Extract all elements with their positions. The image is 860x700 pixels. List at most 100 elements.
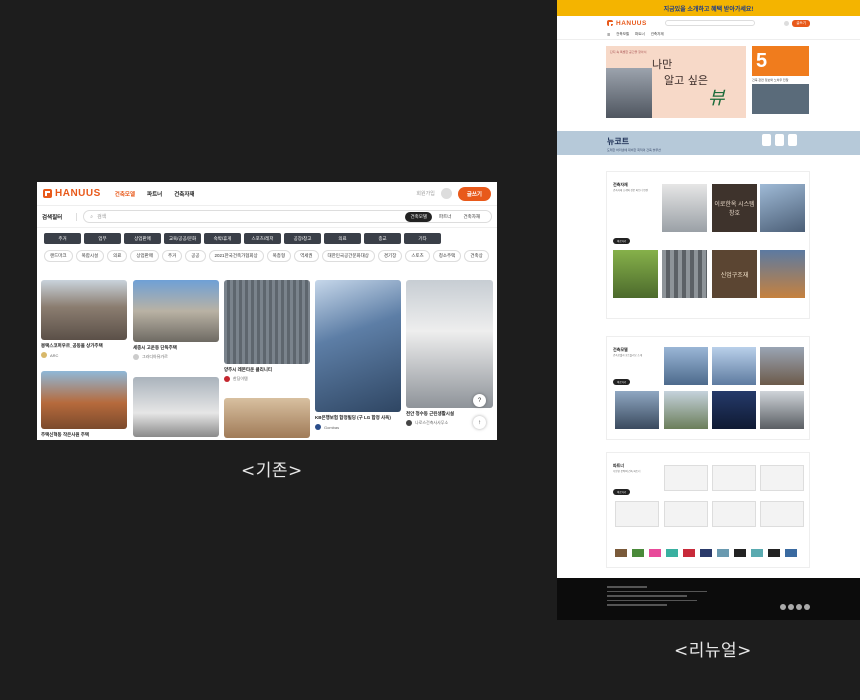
partner-logo[interactable] [717,549,729,557]
ad-band[interactable]: 뉴코트 도래한 바리넷에 대비한 최적의 건축 솔루션 [557,131,860,155]
search-input[interactable]: ⌕ 검색 건축모델 파트너 건축자재 [83,210,492,223]
tag-chip[interactable]: 의료 [107,250,128,262]
category-tile[interactable]: 공장/창고 [284,233,321,244]
tag-chip[interactable]: 주거 [161,250,183,262]
tag-chip[interactable]: 랜드마크 [44,250,73,262]
new-logo[interactable]: HANUUS [607,20,647,27]
partner-logo[interactable] [683,549,695,557]
project-card[interactable]: 세종시 고운동 단독주택 그라디아뮤가르 [133,280,219,360]
hero-banner[interactable]: 단지 속 특별한 공간을 찾아서 나만 알고 싶은 뷰 [606,46,746,118]
more-button[interactable]: 바로가기 [613,379,631,385]
old-logo[interactable]: HANUUS [43,188,101,199]
partner-logo[interactable] [768,549,780,557]
tag-chip[interactable]: 공공 [185,250,206,262]
product-image [775,134,784,146]
material-thumb[interactable] [613,250,658,298]
scroll-top-icon[interactable]: ↑ [473,416,486,429]
category-tile[interactable]: 상업판매 [124,233,161,244]
model-thumb[interactable] [760,347,804,385]
project-card[interactable] [133,377,219,437]
search-input[interactable] [664,20,755,26]
partner-logo[interactable] [734,549,746,557]
category-tile[interactable]: 주거 [44,233,81,244]
category-tile[interactable]: 교육/공공/문화 [164,233,201,244]
tag-chip[interactable]: 상업판매 [130,250,159,262]
category-tile[interactable]: 스포츠/레저 [244,233,281,244]
side-banner[interactable]: 5 [752,46,809,76]
partner-logo[interactable] [615,549,627,557]
material-thumb[interactable] [662,184,707,232]
material-thumb[interactable]: 이로한옥 시스템창호 [712,184,757,232]
project-card[interactable]: 봉택스코퍼우르_공동을 상가주택 ARC [41,280,127,358]
filter-button[interactable]: 검색필터 [42,212,78,221]
model-thumb[interactable] [760,391,804,429]
nav-item[interactable]: 파트너 [635,32,645,37]
author-avatar [133,354,139,360]
models-section: 건축모델 건축모델과 포트폴리오 소개 바로가기 [606,336,810,440]
partner-card[interactable] [712,501,756,527]
tag-chip[interactable]: 청소주택 [432,250,462,262]
model-thumb[interactable] [712,391,756,429]
category-tile[interactable]: 기타 [404,233,441,244]
material-thumb[interactable] [662,250,707,298]
tag-chip[interactable]: 건축상 [464,250,489,262]
promo-banner[interactable]: 지금있을 소개하고 혜택 받아가세요! [557,0,860,16]
nav-item[interactable]: 건축모델 [115,190,135,198]
material-thumb[interactable] [760,184,805,232]
product-image [762,134,771,146]
write-button[interactable]: 글쓰기 [792,19,810,27]
category-tile[interactable]: 의료 [324,233,361,244]
model-thumb[interactable] [664,391,708,429]
project-card[interactable] [224,398,310,438]
partner-card[interactable] [712,465,756,491]
tag-chip[interactable]: 스토츠 [405,250,430,262]
model-thumb[interactable] [664,347,708,385]
nav-item[interactable]: 건축모델 [616,32,629,37]
category-tile[interactable]: 업무 [84,233,121,244]
nav-item[interactable]: 파트너 [147,190,162,198]
partner-card[interactable] [664,465,708,491]
partner-card[interactable] [615,501,659,527]
partner-logo[interactable] [632,549,644,557]
write-button[interactable]: 글쓰기 [457,186,491,201]
signup-link[interactable]: 회원가입 [416,190,434,197]
category-tile[interactable]: 종교 [364,233,401,244]
nav-item[interactable]: 건축자재 [174,190,194,198]
help-icon[interactable]: ? [473,394,486,407]
user-icon[interactable] [440,188,452,199]
tag-chip[interactable]: 경기장 [377,250,403,262]
project-image [133,377,219,437]
tag-chip[interactable]: 복합시설 [75,250,105,262]
partner-logo[interactable] [666,549,678,557]
material-thumb[interactable] [760,250,805,298]
project-card[interactable]: 주택신혁동 작은사원 주택 [41,371,127,438]
partner-card[interactable] [760,465,804,491]
tag-chip[interactable]: 복층형 [266,250,292,262]
material-thumb[interactable]: 신업구조재 [712,250,757,298]
author-avatar [41,352,47,358]
video-thumbnail[interactable] [752,84,809,114]
model-thumb[interactable] [712,347,756,385]
category-tile[interactable]: 숙박/휴게 [204,233,241,244]
partner-card[interactable] [664,501,708,527]
partner-logo[interactable] [700,549,712,557]
social-icons[interactable] [780,604,810,610]
partner-card[interactable] [760,501,804,527]
project-card[interactable]: 양주시 레몬타운 클리니티 한딩이템 [224,280,310,382]
tag-chip[interactable]: 역세권 [294,250,319,262]
partner-logo[interactable] [649,549,661,557]
model-thumb[interactable] [615,391,659,429]
menu-icon[interactable]: ☰ [607,33,610,37]
segment-button[interactable]: 건축자재 [458,212,485,222]
user-icon[interactable] [784,20,790,26]
project-card[interactable]: KB은행보험 합정빌딩 (구 LG 합정 사옥) Gombas [315,280,401,430]
segment-button[interactable]: 건축모델 [405,211,433,222]
tag-chip[interactable]: 대한민국공간문화대상 [321,250,375,262]
partner-logo[interactable] [751,549,763,557]
segment-button[interactable]: 파트너 [434,212,456,222]
more-button[interactable]: 바로가기 [613,238,631,244]
more-button[interactable]: 바로가기 [613,489,631,495]
partner-logo[interactable] [785,549,797,557]
nav-item[interactable]: 건축자재 [651,32,664,37]
tag-chip[interactable]: 2021한국건축가협회상 [208,250,264,262]
